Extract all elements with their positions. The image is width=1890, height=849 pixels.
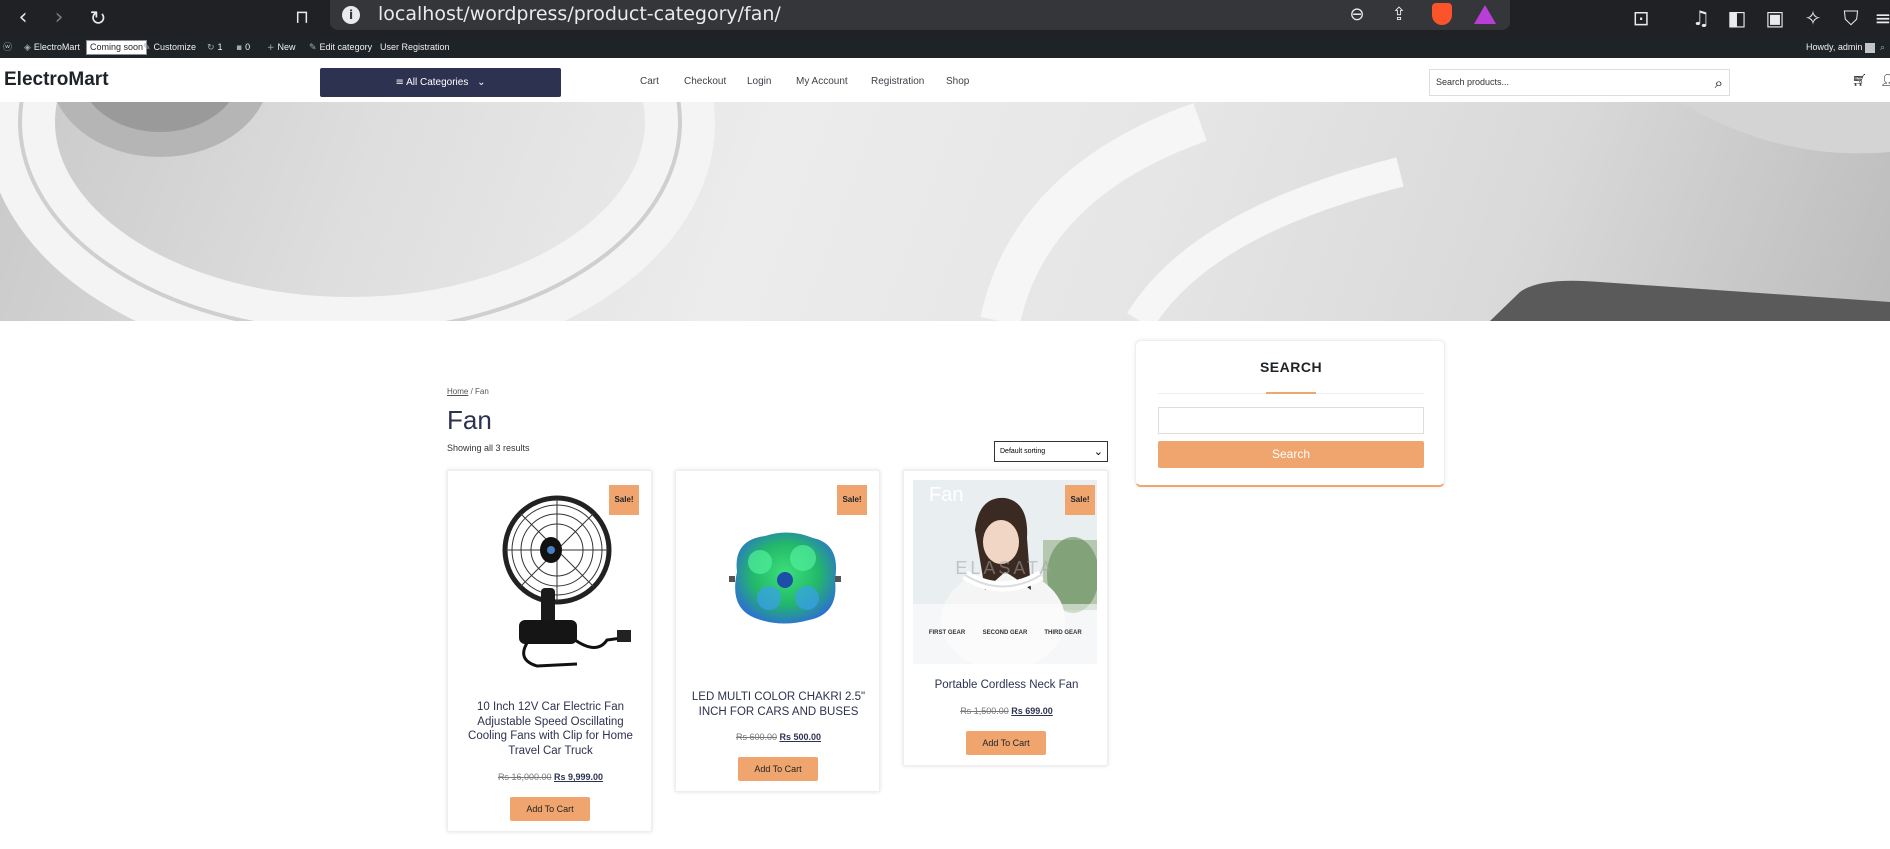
product-card[interactable]: Sale! 10 Inch 12V Car Electric Fan Adjus… bbox=[447, 470, 652, 832]
chevron-down-icon: ⌄ bbox=[477, 77, 486, 88]
add-to-cart-button[interactable]: Add To Cart bbox=[738, 757, 818, 781]
sale-price: Rs 9,999.00 bbox=[554, 772, 604, 782]
image-watermark-text: ELASATA bbox=[955, 558, 1055, 578]
product-title[interactable]: Portable Cordless Neck Fan bbox=[914, 678, 1099, 693]
sale-badge: Sale! bbox=[609, 485, 639, 515]
widget-title: SEARCH bbox=[1259, 359, 1323, 375]
sidebar-search-widget: SEARCH Search bbox=[1135, 340, 1445, 487]
all-categories-label: All Categories bbox=[406, 77, 469, 88]
admin-edit-category[interactable]: ✎ Edit category bbox=[309, 37, 372, 58]
cart-icon[interactable]: 🛒︎ bbox=[1852, 73, 1867, 87]
sort-select[interactable]: Default sorting ⌄ bbox=[994, 441, 1108, 462]
admin-new[interactable]: + New bbox=[267, 37, 296, 58]
gear-label-third: THIRD GEAR bbox=[1044, 630, 1082, 636]
user-icon[interactable]: 👤︎ bbox=[1880, 73, 1890, 87]
breadcrumb-separator: / bbox=[468, 387, 476, 396]
breadcrumb-current: Fan bbox=[475, 387, 489, 396]
old-price: Rs 1,500.00 bbox=[960, 706, 1009, 716]
product-title[interactable]: 10 Inch 12V Car Electric Fan Adjustable … bbox=[458, 700, 643, 758]
menu-icon[interactable]: ≡ bbox=[1870, 5, 1890, 31]
widget-accent-line bbox=[1266, 392, 1316, 394]
avatar bbox=[1864, 42, 1875, 53]
pencil-icon: ✎ bbox=[309, 43, 317, 53]
product-search-input[interactable]: Search products... ⌕ bbox=[1429, 69, 1730, 96]
product-card[interactable]: Sale! LED MULTI COLOR CHAKRI 2.5" INCH F… bbox=[675, 470, 880, 792]
reload-icon[interactable]: ↻ bbox=[86, 6, 110, 30]
music-icon[interactable]: ♫ bbox=[1688, 5, 1714, 31]
brave-rewards-icon[interactable] bbox=[1474, 5, 1496, 24]
nav-my-account[interactable]: My Account bbox=[796, 76, 848, 87]
dashboard-icon: ◈ bbox=[24, 43, 31, 53]
search-placeholder: Search products... bbox=[1436, 77, 1510, 87]
product-price: Rs 1,500.00 Rs 699.00 bbox=[904, 706, 1109, 716]
chevron-down-icon: ⌄ bbox=[1093, 445, 1103, 458]
brave-shields-icon[interactable] bbox=[1432, 3, 1452, 25]
sidebar-icon[interactable]: ◧ bbox=[1724, 5, 1750, 31]
vpn-icon[interactable]: ⛉ bbox=[1838, 5, 1864, 31]
add-to-cart-button[interactable]: Add To Cart bbox=[510, 797, 590, 821]
product-price: Rs 16,000.00 Rs 9,999.00 bbox=[448, 772, 653, 782]
hamburger-icon: ≡ bbox=[395, 77, 404, 88]
hero-banner bbox=[0, 102, 1890, 321]
browser-toolbar: ‹ › ↻ ⊓ i localhost/wordpress/product-ca… bbox=[0, 0, 1890, 37]
zoom-icon[interactable]: ⊖ bbox=[1346, 4, 1368, 26]
gear-label-first: FIRST GEAR bbox=[928, 630, 966, 636]
wp-admin-bar: ⓦ ◈ ElectroMart Coming soon ✎ Customize ↻ 1… bbox=[0, 37, 1890, 58]
add-to-cart-button[interactable]: Add To Cart bbox=[966, 731, 1046, 755]
plus-icon: + bbox=[267, 43, 275, 53]
breadcrumb-home[interactable]: Home bbox=[447, 387, 468, 396]
nav-shop[interactable]: Shop bbox=[946, 76, 969, 87]
old-price: Rs 16,000.00 bbox=[497, 772, 552, 782]
admin-site-name[interactable]: ◈ ElectroMart bbox=[24, 37, 80, 58]
sale-badge: Sale! bbox=[1065, 485, 1095, 515]
nav-checkout[interactable]: Checkout bbox=[684, 76, 726, 87]
result-count: Showing all 3 results bbox=[447, 443, 530, 453]
image-overlay-text: Fan bbox=[929, 484, 964, 506]
page-title: Fan bbox=[447, 405, 492, 435]
address-bar[interactable]: i localhost/wordpress/product-category/f… bbox=[330, 0, 1510, 30]
gear-label-second: SECOND GEAR bbox=[982, 630, 1028, 636]
admin-user-registration[interactable]: User Registration bbox=[380, 37, 450, 58]
old-price: Rs 600.00 bbox=[735, 732, 777, 742]
leo-ai-icon[interactable]: ✧ bbox=[1800, 5, 1826, 31]
sale-price: Rs 500.00 bbox=[779, 732, 822, 742]
sidebar-search-button[interactable]: Search bbox=[1158, 441, 1424, 468]
comment-icon: ▪ bbox=[236, 43, 243, 53]
sidebar-search-input[interactable] bbox=[1158, 407, 1424, 434]
back-icon[interactable]: ‹ bbox=[11, 6, 35, 30]
search-icon[interactable]: ⌕ bbox=[1715, 74, 1723, 92]
product-title[interactable]: LED MULTI COLOR CHAKRI 2.5" INCH FOR CAR… bbox=[686, 690, 871, 719]
admin-customize[interactable]: ✎ Customize bbox=[143, 37, 196, 58]
updates-icon: ↻ bbox=[207, 43, 215, 53]
nav-login[interactable]: Login bbox=[747, 76, 771, 87]
admin-search-icon[interactable]: ⌕ bbox=[1880, 37, 1888, 58]
sale-badge: Sale! bbox=[837, 485, 867, 515]
forward-icon[interactable]: › bbox=[47, 6, 71, 30]
wallet-icon[interactable]: ▣ bbox=[1762, 5, 1788, 31]
sort-selected-value: Default sorting bbox=[1000, 448, 1046, 455]
coming-soon-badge[interactable]: Coming soon bbox=[86, 37, 148, 58]
product-card[interactable]: Fan ELASATA FIRST GEAR SECOND GEAR THIRD… bbox=[903, 470, 1108, 766]
admin-howdy[interactable]: Howdy, admin bbox=[1806, 37, 1875, 58]
bookmark-icon[interactable]: ⊓ bbox=[290, 6, 314, 30]
sale-price: Rs 699.00 bbox=[1011, 706, 1053, 716]
site-logo[interactable]: ElectroMart bbox=[4, 69, 109, 91]
admin-updates[interactable]: ↻ 1 bbox=[207, 37, 223, 58]
all-categories-button[interactable]: ≡ All Categories ⌄ bbox=[320, 68, 561, 97]
url-text: localhost/wordpress/product-category/fan… bbox=[378, 3, 781, 25]
brush-icon: ✎ bbox=[143, 43, 151, 53]
share-icon[interactable]: ⇪ bbox=[1388, 4, 1410, 26]
breadcrumb: Home / Fan bbox=[447, 387, 489, 396]
nav-registration[interactable]: Registration bbox=[871, 76, 924, 87]
nav-cart[interactable]: Cart bbox=[640, 76, 659, 87]
admin-comments[interactable]: ▪ 0 bbox=[236, 37, 250, 58]
product-price: Rs 600.00 Rs 500.00 bbox=[676, 732, 881, 742]
site-info-icon[interactable]: i bbox=[342, 6, 360, 24]
hero-headphones-image bbox=[0, 102, 1890, 321]
wordpress-logo-icon[interactable]: ⓦ bbox=[3, 37, 15, 58]
screenshot-icon[interactable]: ⊡ bbox=[1628, 5, 1654, 31]
site-header: ElectroMart ≡ All Categories ⌄ Cart Chec… bbox=[0, 58, 1890, 102]
